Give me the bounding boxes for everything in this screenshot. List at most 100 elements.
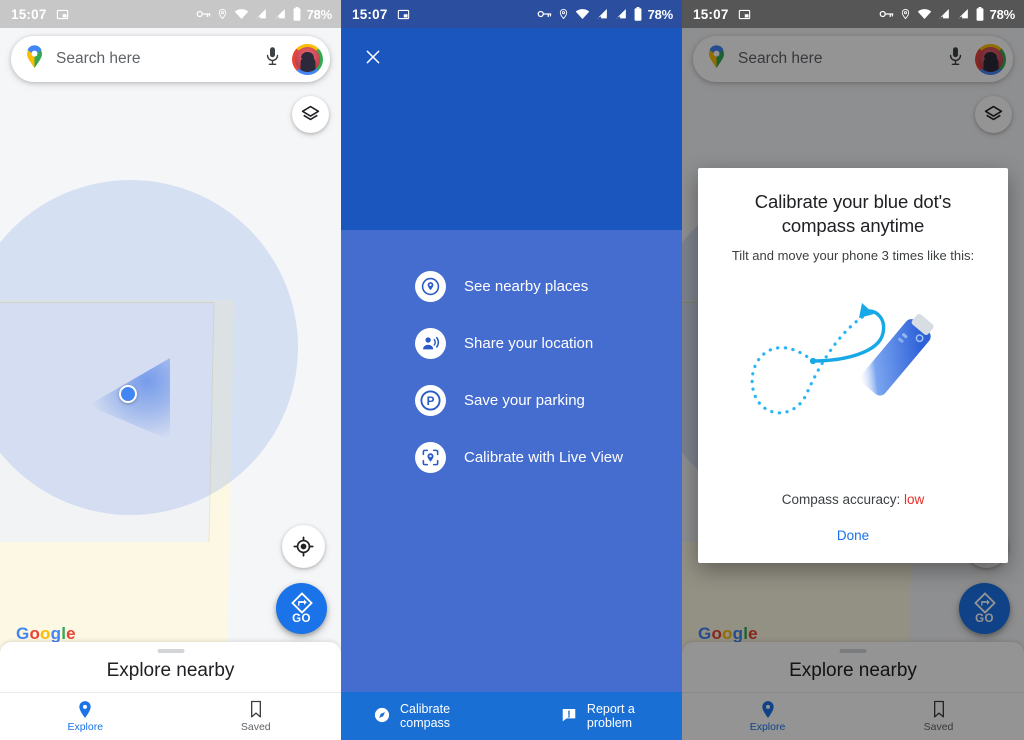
report-problem-button[interactable]: Report a problem bbox=[561, 702, 682, 730]
wifi-icon bbox=[234, 8, 249, 20]
nav-tab-saved[interactable]: Saved bbox=[171, 700, 342, 733]
watermark-letter: e bbox=[66, 624, 76, 643]
vpn-key-icon bbox=[537, 8, 552, 20]
dialog-subtitle: Tilt and move your phone 3 times like th… bbox=[731, 247, 975, 263]
signal-off-icon bbox=[274, 8, 287, 20]
dialog-title: Calibrate your blue dot's compass anytim… bbox=[754, 191, 952, 237]
menu-item-calibrate-with-live-view[interactable]: Calibrate with Live View bbox=[341, 429, 682, 486]
panel-map-home: Google 15:07 78% Search here GO Explore … bbox=[0, 0, 341, 740]
blue-dot-location-marker[interactable] bbox=[119, 385, 137, 403]
close-button[interactable] bbox=[360, 44, 386, 70]
directions-icon bbox=[290, 592, 313, 614]
picture-in-picture-icon bbox=[397, 8, 410, 21]
done-button[interactable]: Done bbox=[720, 528, 986, 543]
menu-body: See nearby places Share your location P … bbox=[341, 230, 682, 692]
location-pin-icon bbox=[900, 7, 911, 21]
battery-icon bbox=[634, 7, 642, 21]
place-pin-icon bbox=[79, 701, 91, 718]
compass-calibration-dialog: Calibrate your blue dot's compass anytim… bbox=[698, 168, 1008, 563]
status-bar-left: 15:07 bbox=[11, 7, 69, 22]
signal-off-icon bbox=[938, 8, 951, 20]
panel-compass-dialog: Google Search here GO Explore nearby Exp… bbox=[682, 0, 1024, 740]
status-bar: 15:07 78% bbox=[341, 0, 682, 28]
signal-off-icon bbox=[596, 8, 609, 20]
calibrate-compass-button[interactable]: Calibrate compass bbox=[374, 702, 502, 730]
bookmark-icon bbox=[250, 700, 261, 718]
menu-item-see-nearby-places[interactable]: See nearby places bbox=[341, 258, 682, 315]
menu-item-label: Save your parking bbox=[464, 392, 585, 409]
panel-location-menu: See nearby places Share your location P … bbox=[341, 0, 682, 740]
menu-top-area bbox=[341, 28, 682, 230]
signal-off-icon bbox=[957, 8, 970, 20]
status-time: 15:07 bbox=[693, 6, 729, 22]
picture-in-picture-icon bbox=[56, 8, 69, 21]
watermark-letter: G bbox=[16, 624, 30, 643]
nav-tab-label: Saved bbox=[240, 721, 271, 733]
nav-tab-label: Explore bbox=[67, 721, 104, 733]
svg-text:P: P bbox=[427, 394, 435, 408]
avatar-image bbox=[295, 46, 320, 72]
status-bar-right: 78% bbox=[879, 7, 1015, 22]
battery-percent: 78% bbox=[989, 6, 1016, 22]
close-icon bbox=[366, 50, 380, 64]
google-maps-pin-icon bbox=[24, 44, 45, 74]
menu-item-label: See nearby places bbox=[464, 278, 589, 295]
signal-off-icon bbox=[255, 8, 268, 20]
compass-accuracy-label: Compass accuracy: bbox=[781, 492, 901, 507]
compass-accuracy-row: Compass accuracy: low bbox=[720, 492, 986, 507]
battery-icon bbox=[293, 7, 301, 21]
share-location-icon bbox=[415, 328, 446, 359]
sheet-title: Explore nearby bbox=[106, 659, 235, 681]
bottom-navigation: Explore Saved bbox=[0, 692, 341, 740]
wifi-icon bbox=[575, 8, 590, 20]
watermark-letter: o bbox=[40, 624, 51, 643]
battery-percent: 78% bbox=[647, 6, 674, 22]
search-input[interactable]: Search here bbox=[56, 50, 253, 68]
nearby-pin-icon bbox=[415, 271, 446, 302]
status-bar-right: 78% bbox=[196, 7, 332, 22]
menu-item-save-your-parking[interactable]: P Save your parking bbox=[341, 372, 682, 429]
menu-bottom-bar: Calibrate compass Report a problem bbox=[341, 692, 682, 740]
parking-p-icon: P bbox=[415, 385, 446, 416]
three-screenshot-strip: Google 15:07 78% Search here GO Explore … bbox=[0, 0, 1024, 740]
explore-nearby-sheet[interactable]: Explore nearby bbox=[0, 642, 341, 692]
location-accuracy-circle bbox=[0, 180, 298, 515]
bottom-bar-label: Calibrate compass bbox=[400, 702, 451, 730]
watermark-letter: g bbox=[50, 624, 62, 643]
bottom-bar-label: Report a problem bbox=[586, 702, 635, 730]
status-bar-left: 15:07 bbox=[352, 7, 410, 22]
nav-tab-explore[interactable]: Explore bbox=[0, 700, 171, 733]
wifi-icon bbox=[917, 8, 932, 20]
status-bar: 15:07 78% bbox=[682, 0, 1024, 28]
go-navigation-button[interactable]: GO bbox=[276, 583, 327, 634]
search-bar[interactable]: Search here bbox=[11, 36, 330, 82]
compass-accuracy-value: low bbox=[904, 492, 925, 507]
go-button-label: GO bbox=[292, 613, 311, 625]
my-location-button[interactable] bbox=[282, 525, 325, 568]
google-watermark: Google bbox=[16, 624, 76, 644]
signal-off-icon bbox=[615, 8, 628, 20]
status-bar-right: 78% bbox=[537, 7, 673, 22]
location-pin-icon bbox=[558, 7, 569, 21]
status-bar: 15:07 78% bbox=[0, 0, 341, 28]
my-location-icon bbox=[293, 536, 314, 557]
figure-eight-phone-motion-icon bbox=[733, 269, 973, 449]
vpn-key-icon bbox=[879, 8, 894, 20]
avatar[interactable] bbox=[292, 43, 323, 75]
menu-item-share-your-location[interactable]: Share your location bbox=[341, 315, 682, 372]
menu-item-label: Calibrate with Live View bbox=[464, 449, 623, 466]
sheet-drag-handle[interactable] bbox=[157, 649, 184, 653]
status-bar-left: 15:07 bbox=[693, 7, 751, 22]
vpn-key-icon bbox=[196, 8, 211, 20]
battery-icon bbox=[976, 7, 984, 21]
feedback-icon bbox=[561, 707, 577, 726]
menu-item-label: Share your location bbox=[464, 335, 594, 352]
dialog-footer: Compass accuracy: low Done bbox=[720, 492, 986, 563]
battery-percent: 78% bbox=[306, 6, 333, 22]
layers-button[interactable] bbox=[292, 96, 329, 133]
menu-list: See nearby places Share your location P … bbox=[341, 258, 682, 486]
live-view-pin-icon bbox=[415, 442, 446, 473]
avatar-figure bbox=[300, 55, 315, 72]
location-pin-icon bbox=[217, 7, 228, 21]
microphone-icon[interactable] bbox=[264, 46, 281, 72]
